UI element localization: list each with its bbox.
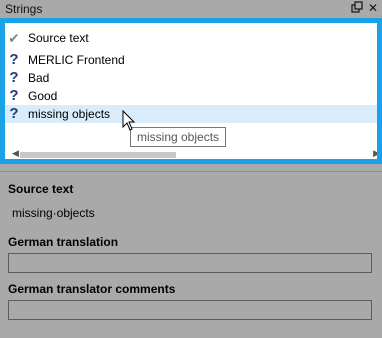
panel-titlebar: Strings ✕ <box>0 0 382 18</box>
check-icon: ✔ <box>8 30 20 46</box>
list-item-selected[interactable]: ? missing objects <box>5 105 377 123</box>
tooltip: missing objects <box>130 127 227 147</box>
details-panel: Source text missing·objects German trans… <box>0 171 382 338</box>
scroll-left-icon[interactable]: ◀ <box>12 148 19 159</box>
restore-icon[interactable] <box>350 1 364 15</box>
question-icon: ? <box>9 51 19 68</box>
list-item-label: Source text <box>28 31 89 45</box>
german-translation-field[interactable] <box>8 253 372 273</box>
strings-list[interactable]: ✔ Source text ? MERLIC Frontend ? Bad ? … <box>5 23 377 159</box>
list-item-label: Good <box>28 89 58 103</box>
question-icon: ? <box>9 105 19 122</box>
horizontal-scrollbar[interactable]: ◀ ▶ <box>10 148 377 159</box>
strings-list-frame: ✔ Source text ? MERLIC Frontend ? Bad ? … <box>0 18 382 164</box>
panel-title: Strings <box>5 2 43 16</box>
list-item-label: missing objects <box>28 107 111 121</box>
source-text-value: missing·objects <box>12 206 95 220</box>
scroll-right-icon[interactable]: ▶ <box>373 148 377 159</box>
german-comments-header: German translator comments <box>8 282 176 296</box>
list-item[interactable]: ? Bad <box>5 69 377 87</box>
mouse-cursor-icon <box>122 110 136 131</box>
list-item-label: MERLIC Frontend <box>28 53 125 67</box>
question-icon: ? <box>9 87 19 104</box>
german-comments-field[interactable] <box>8 300 372 320</box>
list-item[interactable]: ? MERLIC Frontend <box>5 51 377 69</box>
list-item[interactable]: ? Good <box>5 87 377 105</box>
source-text-header: Source text <box>8 182 74 196</box>
question-icon: ? <box>9 69 19 86</box>
list-item-label: Bad <box>28 71 50 85</box>
list-item[interactable]: ✔ Source text <box>5 29 377 47</box>
scrollbar-thumb[interactable] <box>20 152 176 158</box>
close-icon[interactable]: ✕ <box>366 1 380 15</box>
german-translation-header: German translation <box>8 235 119 249</box>
